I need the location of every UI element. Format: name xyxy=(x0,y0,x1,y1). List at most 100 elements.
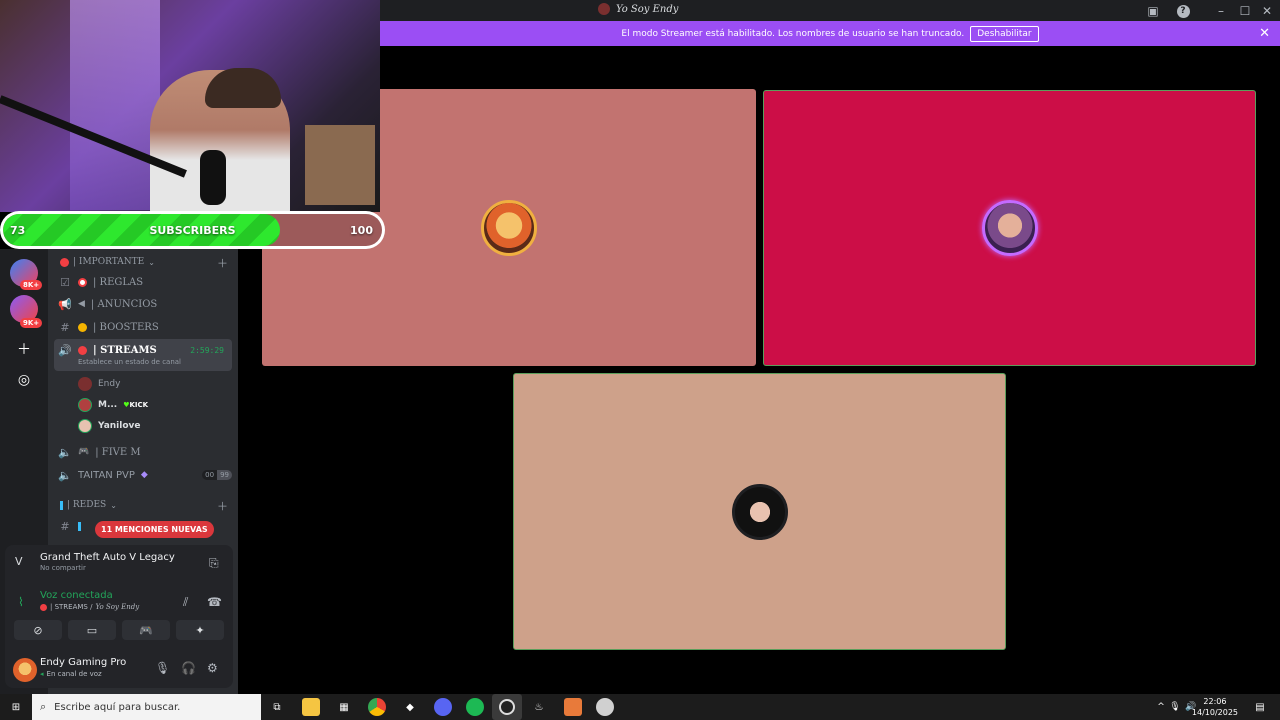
add-server-icon[interactable]: ＋ xyxy=(10,335,38,363)
channel-reglas[interactable]: ☑ | REGLAS xyxy=(58,272,232,292)
avatar xyxy=(981,200,1038,256)
new-mentions-pill[interactable]: 11 MENCIONES NUEVAS xyxy=(95,521,214,538)
screen-share-button[interactable]: ▭ xyxy=(68,620,116,640)
game-icon: V xyxy=(15,555,23,568)
video-tile[interactable] xyxy=(763,90,1256,366)
no-entry-icon xyxy=(40,603,47,611)
channel-anuncios[interactable]: 📢 ◀ | ANUNCIOS xyxy=(58,294,232,314)
signal-icon: ⌇ xyxy=(18,595,24,609)
chevron-down-icon: ⌄ xyxy=(110,500,117,510)
voice-connected-icon: 🔊 xyxy=(58,343,72,357)
category-redes[interactable]: | REDES ⌄ xyxy=(60,500,117,510)
server-icon xyxy=(598,3,610,15)
set-channel-status[interactable]: Establece un estado de canal xyxy=(78,358,181,366)
bar-icon xyxy=(60,500,63,510)
chevron-down-icon: ⌄ xyxy=(148,257,155,267)
rules-icon: ☑ xyxy=(60,275,70,289)
voice-member[interactable]: Endy xyxy=(78,377,120,391)
soundboard-button[interactable]: ✦ xyxy=(176,620,224,640)
avatar xyxy=(78,377,92,391)
speaker-icon: 🔈 xyxy=(58,468,72,482)
app-icon[interactable] xyxy=(596,698,614,716)
activities-button[interactable]: 🎮 xyxy=(122,620,170,640)
megaphone-icon: 📢 xyxy=(58,297,72,311)
voice-member[interactable]: M... ♥KICK xyxy=(78,398,148,412)
stream-timer: 2:59:29 xyxy=(190,345,224,355)
avatar xyxy=(78,398,92,412)
goal-label: SUBSCRIBERS xyxy=(149,223,236,237)
discord-icon[interactable] xyxy=(434,698,452,716)
user-name[interactable]: Endy Gaming Pro xyxy=(40,657,126,668)
unread-badge: 8K+ xyxy=(20,280,43,290)
taskbar-search[interactable]: ⌕ Escribe aquí para buscar. xyxy=(32,694,261,720)
category-importante[interactable]: | IMPORTANTE ⌄ xyxy=(60,257,155,267)
user-count: 00 xyxy=(202,470,218,480)
steam-icon[interactable]: ♨ xyxy=(530,698,548,716)
app-icon[interactable] xyxy=(564,698,582,716)
avatar xyxy=(481,199,537,256)
no-entry-icon xyxy=(78,345,87,355)
task-view-icon[interactable]: ⧉ xyxy=(268,698,286,716)
subscriber-goal-bar: 73 SUBSCRIBERS 100 xyxy=(0,211,385,249)
streamer-mode-banner: El modo Streamer está habilitado. Los no… xyxy=(380,21,1280,46)
hashtag-icon: # xyxy=(60,320,70,334)
user-limit: 99 xyxy=(217,470,232,480)
voice-status[interactable]: Voz conectada xyxy=(40,590,113,601)
user-status: ◂ En canal de voz xyxy=(40,670,102,678)
maximize-button[interactable]: ☐ xyxy=(1236,2,1254,20)
window-title: Yo Soy Endy xyxy=(598,3,678,15)
voice-channel-path[interactable]: | STREAMS / Yo Soy Endy xyxy=(40,603,139,611)
obs-icon[interactable] xyxy=(492,694,522,720)
avatar[interactable] xyxy=(13,658,37,682)
channel-five-m[interactable]: 🔈 🎮 | FIVE M xyxy=(58,442,232,462)
taskbar-clock[interactable]: 22:06 14/10/2025 xyxy=(1192,696,1238,718)
share-screen-icon[interactable]: ⎘ xyxy=(209,556,219,571)
close-icon[interactable]: ✕ xyxy=(1259,26,1270,41)
kick-tag: ♥KICK xyxy=(123,401,149,409)
activity-subtitle: No compartir xyxy=(40,564,86,572)
channel-boosters[interactable]: # | BOOSTERS xyxy=(58,317,232,337)
speaker-icon: 🔈 xyxy=(58,445,72,459)
add-channel-icon[interactable]: ＋ xyxy=(217,255,1270,271)
voice-member[interactable]: Yanilove xyxy=(78,419,141,433)
channel-streams-label: 🔊 | STREAMS 2:59:29 xyxy=(58,343,224,357)
goal-target: 100 xyxy=(350,223,373,237)
unread-badge: 9K+ xyxy=(20,318,43,328)
channel-taitan-pvp[interactable]: 🔈 TAITAN PVP ◆ 00 99 xyxy=(58,465,232,485)
notifications-icon[interactable]: ▤ xyxy=(1251,698,1269,716)
file-explorer-icon[interactable] xyxy=(302,698,320,716)
microphone-icon[interactable]: 🎙 xyxy=(155,661,170,675)
search-icon: ⌕ xyxy=(40,700,47,713)
inbox-icon[interactable]: ▣ xyxy=(1144,2,1162,20)
activity-title: Grand Theft Auto V Legacy xyxy=(40,552,175,563)
controller-icon: 🎮 xyxy=(78,447,90,457)
no-entry-icon xyxy=(60,257,69,267)
disconnect-icon[interactable]: ☎ xyxy=(207,595,222,609)
store-icon[interactable]: ▦ xyxy=(335,698,353,716)
help-icon[interactable]: ? xyxy=(1174,2,1192,20)
chrome-icon[interactable] xyxy=(368,698,386,716)
voice-user-panel: V Grand Theft Auto V Legacy No compartir… xyxy=(5,545,233,688)
close-window-button[interactable]: ✕ xyxy=(1258,2,1276,20)
bar-icon xyxy=(78,521,81,531)
speaker-icon: ◂ xyxy=(40,670,44,678)
loudspeaker-icon: ◀ xyxy=(78,299,85,309)
banner-message: El modo Streamer está habilitado. Los no… xyxy=(621,28,965,39)
gear-icon[interactable]: ⚙ xyxy=(207,661,218,675)
eggplant-icon: ◆ xyxy=(140,470,148,480)
avatar xyxy=(78,419,92,433)
webcam-overlay xyxy=(0,0,380,212)
prohibited-icon xyxy=(78,277,87,287)
windows-start-icon[interactable]: ⊞ xyxy=(7,698,25,716)
minimize-button[interactable]: – xyxy=(1212,2,1230,20)
camera-off-button[interactable]: ⊘ xyxy=(14,620,62,640)
roblox-icon[interactable]: ◆ xyxy=(401,698,419,716)
hashtag-icon: # xyxy=(60,519,70,533)
compass-icon[interactable]: ◎ xyxy=(10,366,38,394)
spotify-icon[interactable] xyxy=(466,698,484,716)
headphones-icon[interactable]: 🎧 xyxy=(181,661,196,675)
disable-streamer-mode-button[interactable]: Deshabilitar xyxy=(970,25,1039,42)
emoji-icon xyxy=(78,322,87,332)
add-channel-icon[interactable]: ＋ xyxy=(217,498,1270,514)
noise-suppression-icon[interactable]: ⫽ xyxy=(183,595,188,610)
